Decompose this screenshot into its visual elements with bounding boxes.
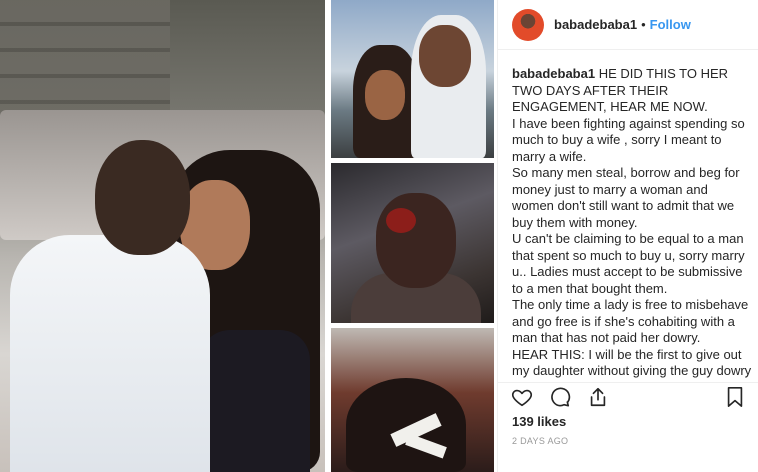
selfie-man-face xyxy=(419,25,471,87)
man-body xyxy=(10,235,210,472)
caption-line: U can't be claiming to be equal to a man… xyxy=(512,231,745,296)
photo-bandaged-head xyxy=(331,328,494,472)
photo-couple-selfie xyxy=(331,0,494,158)
caption-username[interactable]: babadebaba1 xyxy=(512,66,595,81)
post-media[interactable] xyxy=(0,0,497,472)
bandaged-head xyxy=(346,378,466,472)
injured-woman-face xyxy=(376,193,456,288)
like-count[interactable]: 139 likes xyxy=(512,414,566,429)
man-head xyxy=(95,140,190,255)
caption-line: So many men steal, borrow and beg for mo… xyxy=(512,165,740,230)
woman-body xyxy=(200,330,310,472)
post-header: babadebaba1 • Follow xyxy=(498,0,758,50)
heart-icon[interactable] xyxy=(510,385,534,409)
follow-button[interactable]: Follow xyxy=(650,17,691,32)
wall-panel xyxy=(0,0,170,120)
photo-couple-kissing xyxy=(0,0,325,472)
post-caption: babadebaba1 HE DID THIS TO HER TWO DAYS … xyxy=(512,66,752,382)
caption-line: babadebaba1 HE DID THIS TO HER TWO DAYS … xyxy=(512,66,752,116)
comment-icon[interactable] xyxy=(548,385,572,409)
post-timestamp[interactable]: 2 DAYS AGO xyxy=(512,436,568,446)
photo-injured-woman xyxy=(331,163,494,323)
header-separator: • xyxy=(641,17,646,32)
caption-line: HEAR THIS: I will be the first to give o… xyxy=(512,346,752,383)
injury-mark xyxy=(386,208,416,233)
share-icon[interactable] xyxy=(586,385,610,409)
caption-line: I have been fighting against spending so… xyxy=(512,115,745,164)
post-actions xyxy=(498,382,758,410)
caption-line: The only time a lady is free to misbehav… xyxy=(512,297,749,345)
header-username[interactable]: babadebaba1 xyxy=(554,17,637,32)
post-side-panel: babadebaba1 • Follow babadebaba1 HE DID … xyxy=(497,0,758,472)
bookmark-icon[interactable] xyxy=(723,385,747,409)
avatar-icon[interactable] xyxy=(512,8,544,41)
selfie-woman-face xyxy=(365,70,405,120)
